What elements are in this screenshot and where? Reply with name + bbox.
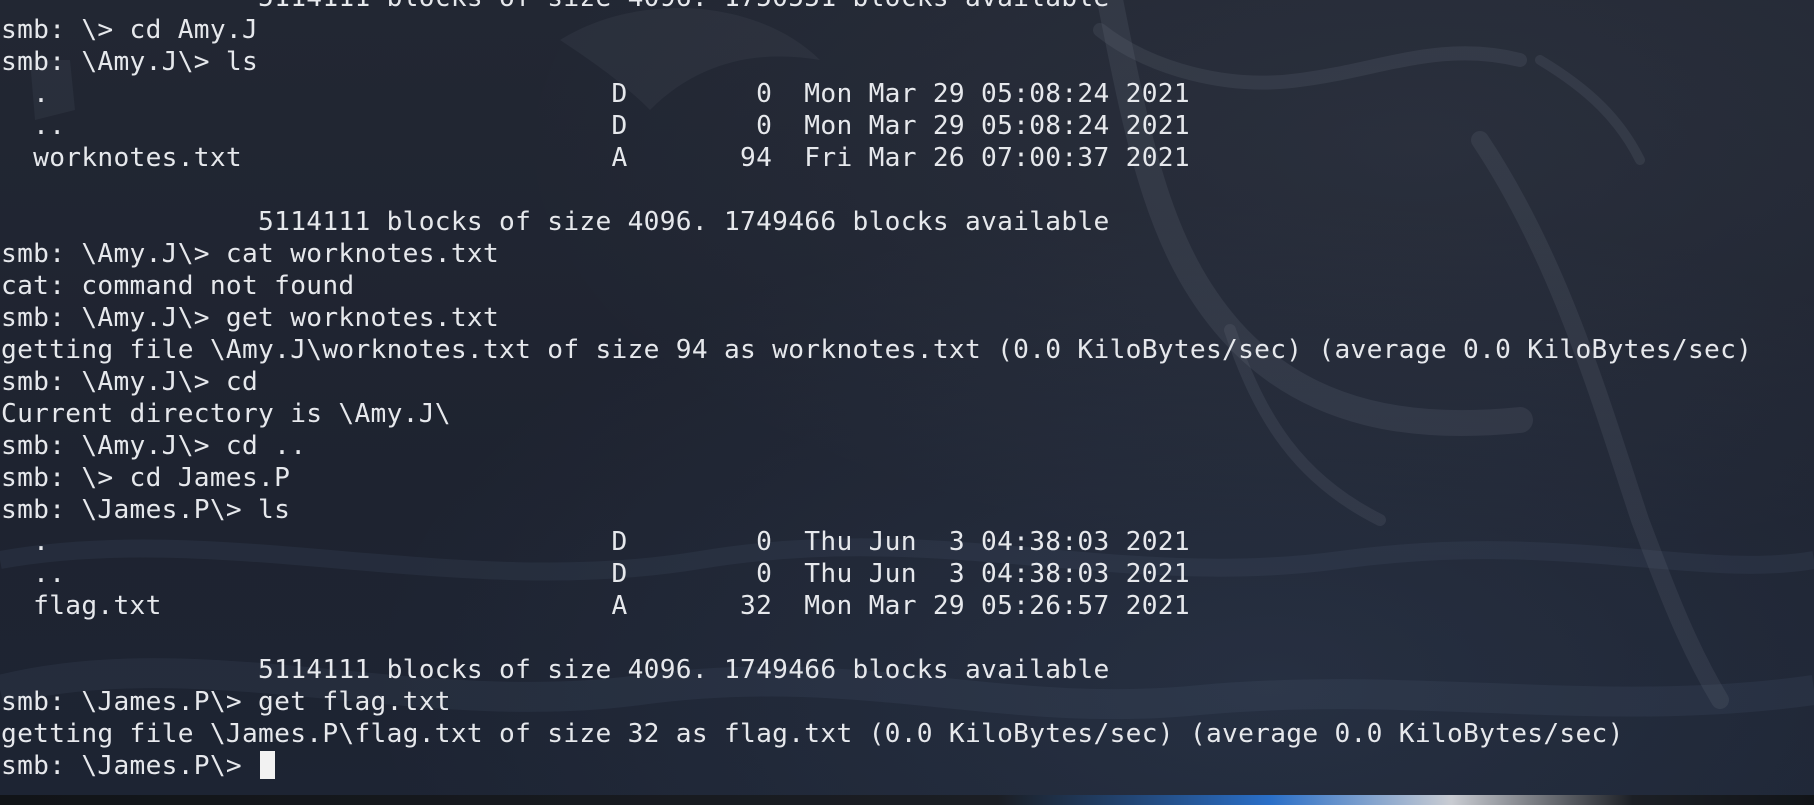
terminal-line: worknotes.txt A 94 Fri Mar 26 07:00:37 2… xyxy=(1,143,1190,173)
terminal-line: smb: \Amy.J\> cat worknotes.txt xyxy=(1,239,500,269)
terminal-line: getting file \Amy.J\worknotes.txt of siz… xyxy=(1,335,1753,365)
terminal-output: 5114111 blocks of size 4096. 1750551 blo… xyxy=(1,0,1752,782)
terminal-line: 5114111 blocks of size 4096. 1750551 blo… xyxy=(1,0,1752,14)
prompt-text: smb: \James.P\> xyxy=(1,751,259,781)
terminal-line: . D 0 Mon Mar 29 05:08:24 2021 xyxy=(1,79,1190,109)
terminal-line: smb: \Amy.J\> cd .. xyxy=(1,431,307,461)
terminal-line: flag.txt A 32 Mon Mar 29 05:26:57 2021 xyxy=(1,591,1190,621)
terminal-line: smb: \Amy.J\> cd xyxy=(1,367,259,397)
terminal-line: . D 0 Thu Jun 3 04:38:03 2021 xyxy=(1,527,1190,557)
terminal-line: smb: \Amy.J\> get worknotes.txt xyxy=(1,303,500,333)
terminal-line: smb: \James.P\> ls xyxy=(1,495,291,525)
terminal-line: smb: \James.P\> get flag.txt xyxy=(1,687,451,717)
taskbar-strip xyxy=(0,795,1814,805)
terminal-line: smb: \Amy.J\> ls xyxy=(1,47,259,77)
terminal-line: smb: \> cd Amy.J xyxy=(1,15,259,45)
terminal-line: Current directory is \Amy.J\ xyxy=(1,399,451,429)
terminal-line: cat: command not found xyxy=(1,271,355,301)
terminal-line: .. D 0 Thu Jun 3 04:38:03 2021 xyxy=(1,559,1190,589)
terminal-line: 5114111 blocks of size 4096. 1749466 blo… xyxy=(1,655,1110,685)
terminal-window[interactable]: 5114111 blocks of size 4096. 1750551 blo… xyxy=(0,0,1814,805)
terminal-line: smb: \> cd James.P xyxy=(1,463,291,493)
terminal-line: 5114111 blocks of size 4096. 1749466 blo… xyxy=(1,207,1110,237)
terminal-line: .. D 0 Mon Mar 29 05:08:24 2021 xyxy=(1,111,1190,141)
terminal-line: getting file \James.P\flag.txt of size 3… xyxy=(1,719,1624,749)
prompt-line[interactable]: smb: \James.P\> xyxy=(1,750,1752,782)
text-cursor xyxy=(260,751,276,779)
